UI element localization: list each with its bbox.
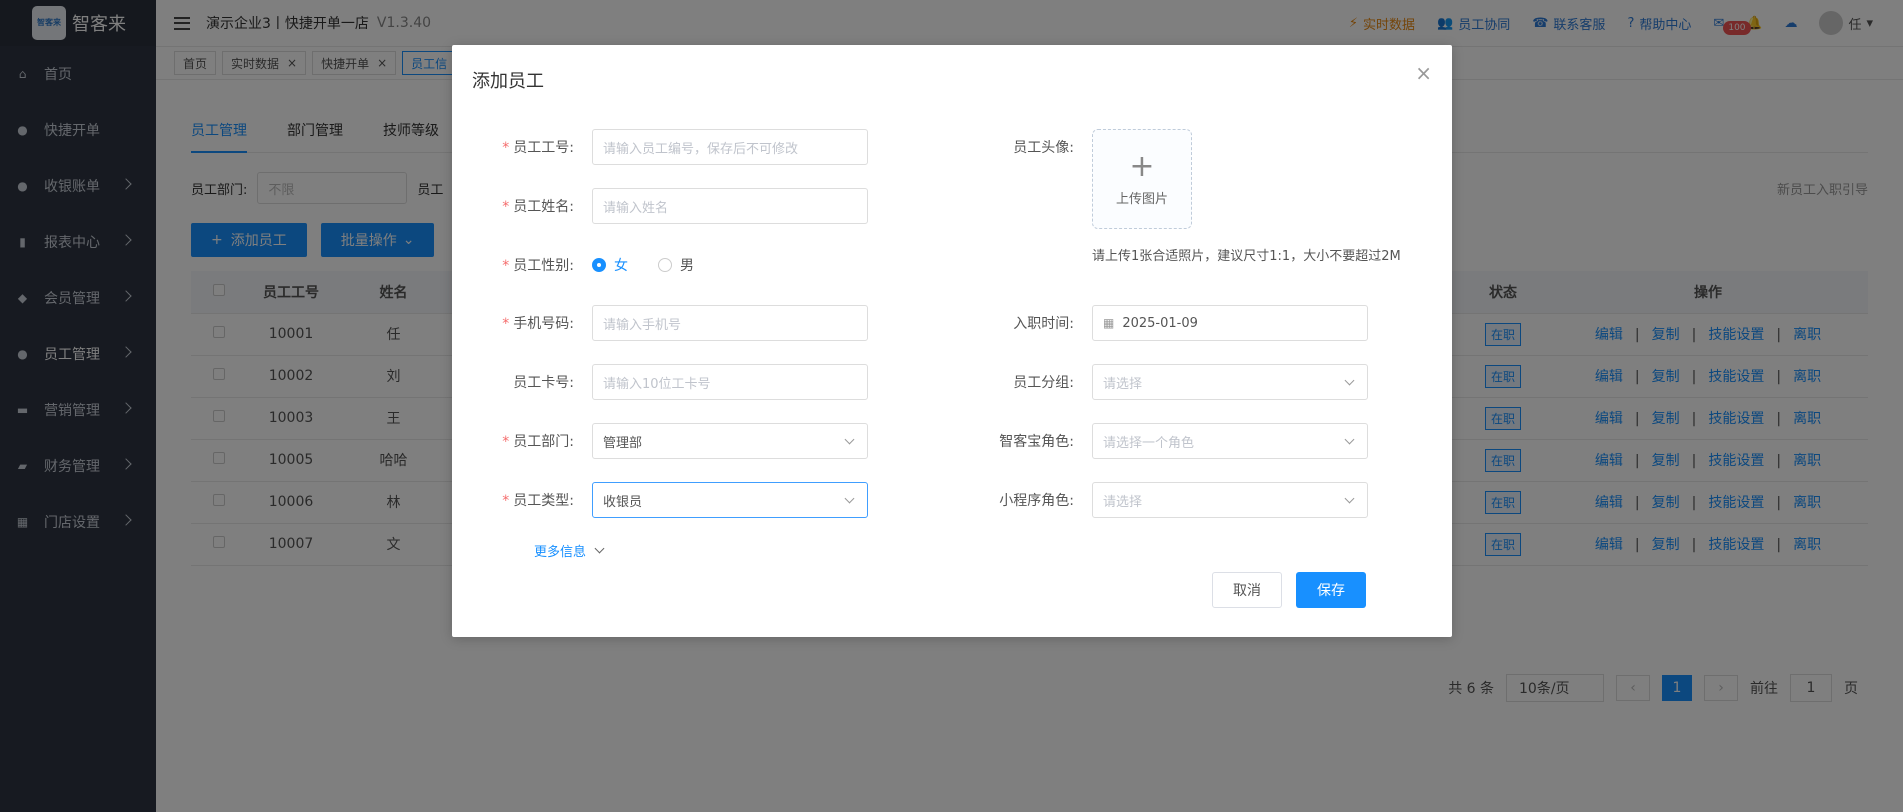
- cancel-button[interactable]: 取消: [1212, 572, 1282, 608]
- calendar-icon: ▦: [1103, 316, 1115, 330]
- mini-role-select[interactable]: 请选择: [1092, 482, 1368, 518]
- field-card: 员工卡号: 请输入10位工卡号: [452, 364, 868, 400]
- name-label: * 员工姓名:: [502, 199, 574, 215]
- dept-select[interactable]: 管理部: [592, 423, 868, 459]
- field-type: * 员工类型: 收银员: [452, 482, 868, 518]
- more-info-label: 更多信息: [534, 545, 587, 560]
- chevron-down-icon: [1344, 434, 1355, 445]
- emp-no-label: * 员工工号:: [502, 140, 574, 156]
- upload-label: 上传图片: [1115, 191, 1168, 207]
- group-select[interactable]: 请选择: [1092, 364, 1368, 400]
- type-label: * 员工类型:: [502, 493, 574, 509]
- field-join-date: 入职时间: ▦ 2025-01-09: [932, 305, 1368, 341]
- card-input[interactable]: 请输入10位工卡号: [592, 364, 868, 400]
- more-info-toggle[interactable]: 更多信息: [534, 541, 605, 560]
- dept-label: * 员工部门:: [502, 434, 574, 450]
- plus-icon: +: [1129, 148, 1155, 184]
- chevron-down-icon: [1344, 375, 1355, 386]
- emp-no-input[interactable]: 请输入员工编号，保存后不可修改: [592, 129, 868, 165]
- radio-checked-icon: [592, 258, 606, 272]
- close-icon[interactable]: ×: [1415, 63, 1432, 83]
- zkb-role-label: 智客宝角色:: [999, 434, 1074, 450]
- group-label: 员工分组:: [1013, 375, 1074, 391]
- field-mini-role: 小程序角色: 请选择: [932, 482, 1368, 518]
- zkb-role-select[interactable]: 请选择一个角色: [1092, 423, 1368, 459]
- chevron-down-icon: [594, 543, 605, 554]
- field-zkb-role: 智客宝角色: 请选择一个角色: [932, 423, 1368, 459]
- field-gender: * 员工性别: 女 男: [452, 247, 724, 283]
- chevron-down-icon: [1344, 493, 1355, 504]
- gender-label: * 员工性别:: [502, 258, 574, 274]
- phone-label: * 手机号码:: [502, 316, 574, 332]
- field-emp-no: * 员工工号: 请输入员工编号，保存后不可修改: [452, 129, 868, 165]
- mini-role-label: 小程序角色:: [999, 493, 1074, 509]
- avatar-hint: 请上传1张合适照片，建议尺寸1:1，大小不要超过2M: [1092, 249, 1401, 264]
- phone-input[interactable]: 请输入手机号: [592, 305, 868, 341]
- field-name: * 员工姓名: 请输入姓名: [452, 188, 868, 224]
- save-button[interactable]: 保存: [1296, 572, 1366, 608]
- radio-unchecked-icon: [658, 258, 672, 272]
- chevron-down-icon: [844, 434, 855, 445]
- dialog-title: 添加员工: [472, 71, 544, 92]
- field-dept: * 员工部门: 管理部: [452, 423, 868, 459]
- field-phone: * 手机号码: 请输入手机号: [452, 305, 868, 341]
- avatar-upload[interactable]: + 上传图片: [1092, 129, 1192, 229]
- gender-female-radio[interactable]: 女: [592, 255, 628, 275]
- join-date-label: 入职时间:: [1013, 316, 1074, 332]
- field-group: 员工分组: 请选择: [932, 364, 1368, 400]
- chevron-down-icon: [844, 493, 855, 504]
- type-select[interactable]: 收银员: [592, 482, 868, 518]
- card-label: 员工卡号:: [513, 375, 574, 391]
- add-staff-dialog: 添加员工 × * 员工工号: 请输入员工编号，保存后不可修改 * 员工姓名: 请输入…: [452, 45, 1452, 637]
- avatar-label: 员工头像:: [1013, 140, 1074, 156]
- join-date-picker[interactable]: ▦ 2025-01-09: [1092, 305, 1368, 341]
- name-input[interactable]: 请输入姓名: [592, 188, 868, 224]
- field-avatar: 员工头像:: [932, 129, 1092, 165]
- gender-male-radio[interactable]: 男: [658, 255, 694, 275]
